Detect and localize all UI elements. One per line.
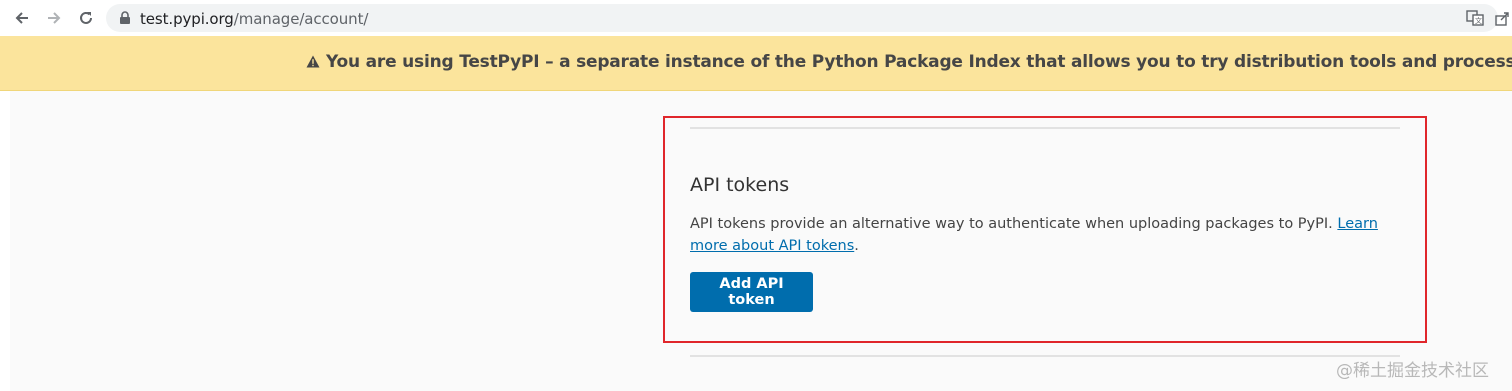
forward-button[interactable] (42, 6, 66, 30)
warning-icon (306, 55, 320, 68)
description-trailing: . (854, 238, 859, 254)
reload-icon (80, 11, 92, 24)
url-path: /manage/account/ (233, 10, 369, 28)
back-arrow-icon (15, 12, 28, 24)
section-divider-bottom (690, 355, 1400, 357)
banner-message: You are using TestPyPI – a separate inst… (306, 52, 1512, 72)
testpypi-warning-banner: You are using TestPyPI – a separate inst… (0, 36, 1512, 91)
page: test.pypi.org/manage/account/ 文 You are … (0, 0, 1512, 391)
left-panel (0, 91, 10, 391)
reload-button[interactable] (74, 6, 98, 30)
translate-icon[interactable]: 文 (1466, 10, 1484, 26)
url-text: test.pypi.org/manage/account/ (140, 10, 368, 28)
description-text: API tokens provide an alternative way to… (690, 216, 1333, 232)
svg-text:文: 文 (1475, 16, 1482, 25)
browser-toolbar: test.pypi.org/manage/account/ 文 (0, 0, 1512, 37)
back-button[interactable] (10, 6, 34, 30)
banner-text: You are using TestPyPI – a separate inst… (326, 52, 1512, 72)
watermark: @稀土掘金技术社区 (1336, 361, 1489, 381)
url-host: test.pypi.org (140, 10, 234, 28)
address-bar[interactable]: test.pypi.org/manage/account/ (106, 4, 1498, 32)
forward-arrow-icon (48, 12, 61, 24)
add-api-token-button[interactable]: Add API token (690, 272, 813, 312)
lock-icon (120, 11, 130, 24)
api-tokens-heading: API tokens (690, 174, 790, 196)
api-tokens-description: API tokens provide an alternative way to… (690, 213, 1402, 257)
share-icon[interactable] (1494, 10, 1512, 26)
